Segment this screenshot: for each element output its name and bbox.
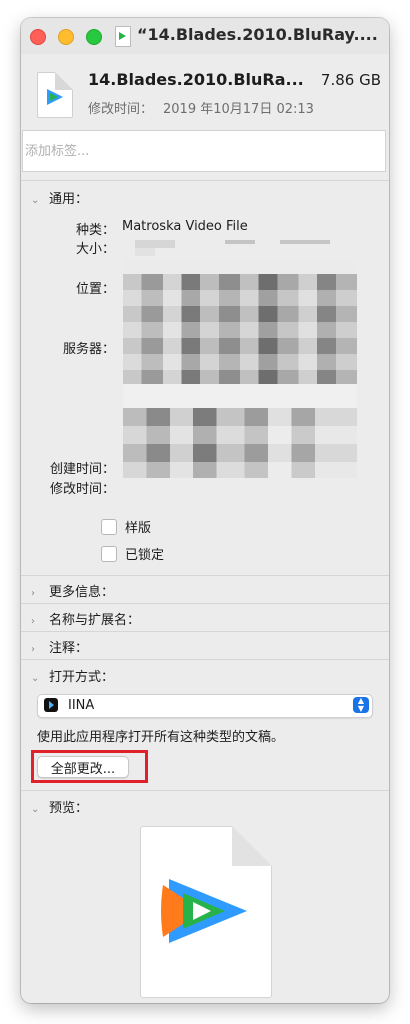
iina-app-icon — [44, 698, 58, 712]
chevron-down-icon: ⌄ — [31, 195, 40, 206]
document-icon — [115, 26, 131, 47]
minimize-button[interactable] — [58, 29, 74, 45]
chevron-right-icon: › — [31, 644, 35, 655]
header-modified-value: 2019 年10月17日 02:13 — [163, 102, 314, 117]
locked-label: 已锁定 — [125, 548, 165, 563]
server-label: 服务器： — [62, 342, 115, 357]
open-with-app-name: IINA — [68, 698, 95, 713]
file-header: 14.Blades.2010.BluRa... 7.86 GB 修改时间： 201… — [21, 54, 389, 126]
divider — [21, 180, 389, 181]
location-value-redacted — [123, 258, 357, 482]
annotation-highlight-box — [31, 750, 148, 783]
section-open-with-label: 打开方式： — [49, 670, 115, 685]
file-size: 7.86 GB — [320, 71, 381, 89]
size-value-redacted — [135, 240, 355, 256]
created-label: 创建时间： — [49, 462, 115, 477]
section-more-info-label: 更多信息： — [49, 585, 115, 600]
open-with-hint: 使用此应用程序打开所有这种类型的文稿。 — [37, 730, 285, 745]
chevron-down-icon: ⌄ — [31, 804, 40, 815]
zoom-button[interactable] — [86, 29, 102, 45]
updown-chevron-icon: ▲ ▼ — [353, 697, 369, 713]
section-preview[interactable]: ⌄ 预览： — [31, 797, 88, 816]
section-comments-label: 注释： — [49, 641, 89, 656]
chevron-right-icon: › — [31, 616, 35, 627]
stationery-label: 样版 — [125, 521, 152, 536]
divider — [21, 603, 389, 604]
title-bar: “14.Blades.2010.BluRay.... — [21, 18, 389, 54]
header-modified-label: 修改时间： — [88, 102, 154, 117]
modified-label: 修改时间： — [49, 482, 115, 497]
chevron-down-icon: ⌄ — [31, 673, 40, 684]
checkbox-box[interactable] — [101, 518, 117, 535]
kind-label: 种类： — [75, 223, 115, 238]
checkbox-box[interactable] — [101, 545, 117, 562]
get-info-window: “14.Blades.2010.BluRay.... 14.Blades.201… — [21, 18, 389, 1003]
size-label: 大小： — [75, 242, 115, 257]
divider — [21, 631, 389, 632]
section-comments[interactable]: › 注释： — [31, 637, 88, 656]
window-title: “14.Blades.2010.BluRay.... — [137, 25, 378, 44]
section-general-label: 通用： — [49, 192, 89, 207]
header-modified: 修改时间： 2019 年10月17日 02:13 — [88, 98, 314, 117]
preview-thumbnail — [140, 826, 272, 998]
section-more-info[interactable]: › 更多信息： — [31, 581, 114, 600]
kind-value: Matroska Video File — [122, 219, 248, 234]
section-general[interactable]: ⌄ 通用： — [31, 188, 88, 207]
open-with-select[interactable]: IINA ▲ ▼ — [37, 694, 373, 718]
file-icon — [37, 72, 73, 118]
locked-checkbox[interactable]: 已锁定 — [101, 544, 164, 563]
divider — [21, 575, 389, 576]
section-open-with[interactable]: ⌄ 打开方式： — [31, 666, 114, 685]
section-preview-label: 预览： — [49, 801, 89, 816]
close-button[interactable] — [30, 29, 46, 45]
section-name-extension[interactable]: › 名称与扩展名： — [31, 609, 140, 628]
section-name-extension-label: 名称与扩展名： — [49, 613, 141, 628]
where-label: 位置： — [75, 282, 115, 297]
chevron-right-icon: › — [31, 588, 35, 599]
tags-input[interactable] — [22, 130, 386, 172]
divider — [21, 790, 389, 791]
divider — [21, 659, 389, 660]
file-name: 14.Blades.2010.BluRa... — [88, 70, 303, 89]
stationery-checkbox[interactable]: 样版 — [101, 517, 151, 536]
tencent-video-logo-icon — [161, 879, 247, 943]
